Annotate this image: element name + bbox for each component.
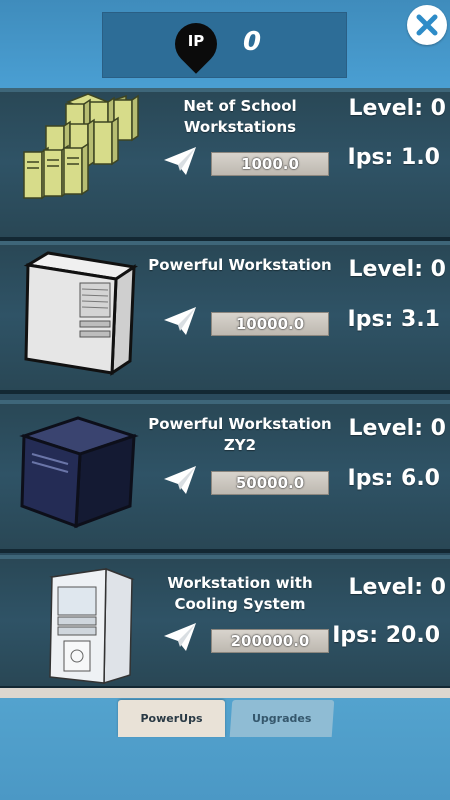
currency-value: 0 xyxy=(243,27,262,57)
item-ips: Ips: 3.1 xyxy=(347,307,440,332)
tab-bar-divider xyxy=(0,688,450,698)
tab-upgrades[interactable]: Upgrades xyxy=(229,700,335,737)
white-workstation-illustration xyxy=(18,249,140,389)
item-level: Level: 0 xyxy=(348,96,446,121)
paper-plane-icon[interactable] xyxy=(162,305,198,337)
item-ips: Ips: 20.0 xyxy=(332,623,440,648)
shop-item-card: Powerful Workstation Level: 0 10000.0 Ip… xyxy=(0,241,450,394)
item-title: Workstation with Cooling System xyxy=(167,574,313,613)
item-ips: Ips: 6.0 xyxy=(347,466,440,491)
shop-item-card: Workstation with Cooling System Level: 0… xyxy=(0,555,450,690)
dark-workstation-illustration xyxy=(18,406,140,546)
shop-item-card: Powerful Workstation ZY2 Level: 0 50000.… xyxy=(0,400,450,553)
currency-label: IP xyxy=(187,32,205,50)
tab-upgrades-label: Upgrades xyxy=(252,712,312,725)
close-button[interactable] xyxy=(407,5,447,45)
item-title: Net of School Workstations xyxy=(183,97,297,136)
top-bar: IP 0 xyxy=(0,0,450,88)
item-level: Level: 0 xyxy=(348,416,446,441)
paper-plane-icon[interactable] xyxy=(162,145,198,177)
item-level: Level: 0 xyxy=(348,257,446,282)
bottom-tab-bar: PowerUps Upgrades xyxy=(0,688,450,800)
buy-price-button[interactable]: 10000.0 xyxy=(211,312,329,336)
buy-price-button[interactable]: 200000.0 xyxy=(211,629,329,653)
paper-plane-icon[interactable] xyxy=(162,464,198,496)
close-icon xyxy=(409,7,445,43)
paper-plane-icon[interactable] xyxy=(162,621,198,653)
shop-item-card: Net of School Workstations Level: 0 1000… xyxy=(0,88,450,241)
buy-price-button[interactable]: 1000.0 xyxy=(211,152,329,176)
buy-price-button[interactable]: 50000.0 xyxy=(211,471,329,495)
item-ips: Ips: 1.0 xyxy=(347,145,440,170)
currency-panel: IP 0 xyxy=(102,12,347,78)
school-workstations-illustration xyxy=(18,90,140,230)
item-title: Powerful Workstation ZY2 xyxy=(148,415,332,454)
cooled-workstation-illustration xyxy=(44,565,140,705)
tab-powerups[interactable]: PowerUps xyxy=(118,700,225,737)
item-level: Level: 0 xyxy=(348,575,446,600)
item-title: Powerful Workstation xyxy=(148,256,332,274)
